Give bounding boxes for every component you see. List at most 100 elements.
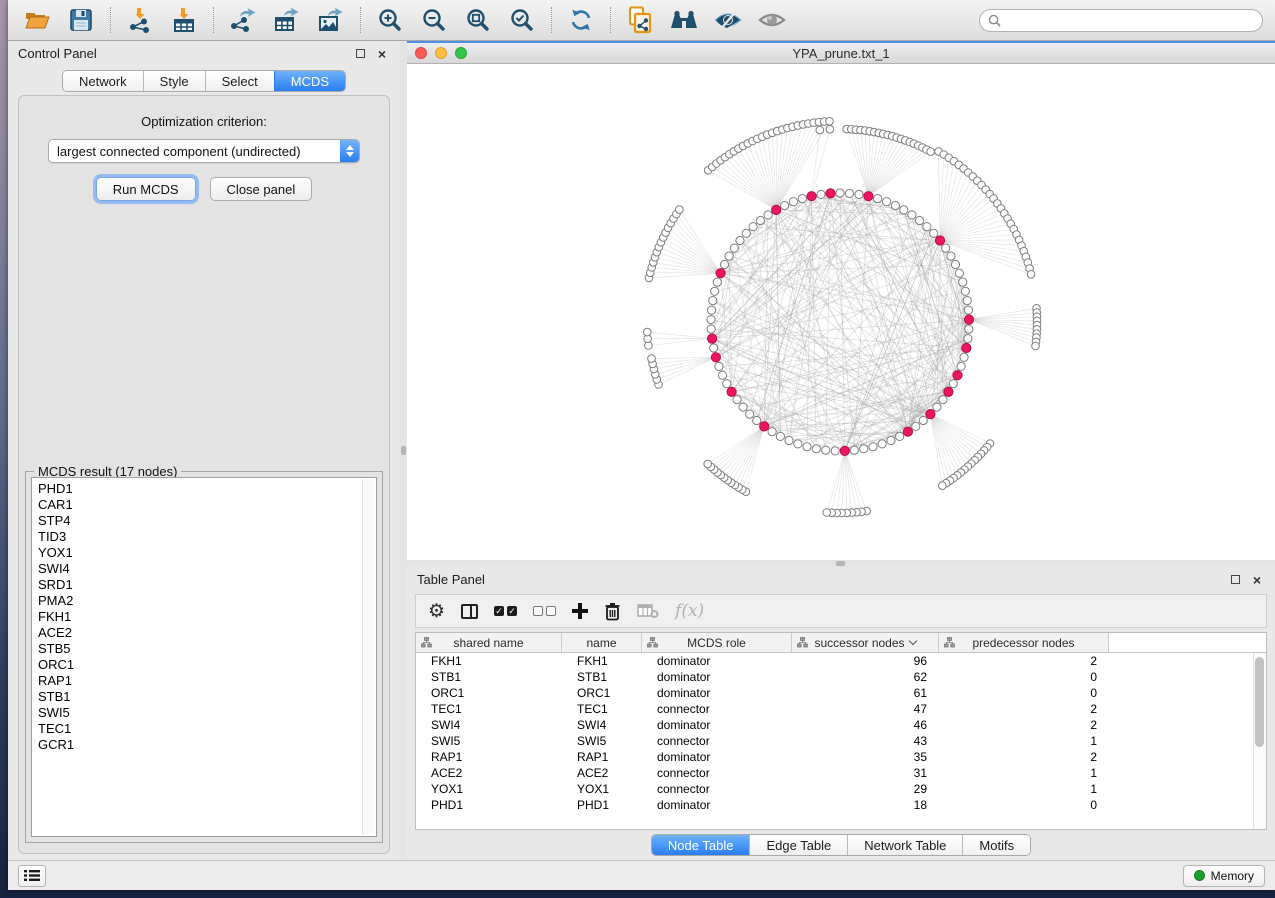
mcds-node[interactable]	[962, 343, 971, 352]
mcds-node[interactable]	[964, 315, 973, 324]
mcds-node[interactable]	[716, 269, 725, 278]
ring-node[interactable]	[707, 325, 715, 333]
ring-node[interactable]	[715, 362, 723, 370]
tab-mcds[interactable]: MCDS	[274, 71, 345, 91]
ring-node[interactable]	[711, 287, 719, 295]
import-network-icon[interactable]	[123, 5, 157, 35]
ring-node[interactable]	[822, 446, 830, 454]
ring-node[interactable]	[855, 190, 863, 198]
table-row[interactable]: SWI4SWI4dominator462	[416, 717, 1266, 733]
leaf-node[interactable]	[644, 328, 652, 336]
ring-node[interactable]	[794, 440, 802, 448]
ring-node[interactable]	[725, 252, 733, 260]
column-header-MCDS-role[interactable]: MCDS role	[642, 633, 792, 652]
close-table-panel-icon[interactable]: ×	[1249, 572, 1265, 588]
ring-node[interactable]	[781, 201, 789, 209]
select-all-icon[interactable]: ✓✓	[494, 606, 517, 616]
table-scrollbar-thumb[interactable]	[1255, 657, 1264, 747]
mcds-node[interactable]	[944, 387, 953, 396]
float-panel-icon[interactable]	[352, 46, 368, 62]
zoom-in-icon[interactable]	[373, 5, 407, 35]
search-input[interactable]	[1006, 13, 1254, 27]
export-table-icon[interactable]	[270, 5, 304, 35]
mcds-node[interactable]	[840, 446, 849, 455]
leaf-node[interactable]	[704, 460, 712, 468]
ring-node[interactable]	[919, 416, 927, 424]
mcds-result-item[interactable]: SWI5	[38, 705, 376, 721]
ring-node[interactable]	[923, 223, 931, 231]
leaf-node[interactable]	[927, 148, 935, 156]
mcds-node[interactable]	[826, 189, 835, 198]
ring-node[interactable]	[869, 443, 877, 451]
table-row[interactable]: FKH1FKH1dominator962	[416, 653, 1266, 669]
mcds-result-item[interactable]: PMA2	[38, 593, 376, 609]
mcds-result-item[interactable]: STB5	[38, 641, 376, 657]
clone-network-icon[interactable]	[623, 5, 657, 35]
ring-node[interactable]	[709, 297, 717, 305]
ring-node[interactable]	[957, 362, 965, 370]
mcds-result-item[interactable]: TEC1	[38, 721, 376, 737]
close-panel-button[interactable]: Close panel	[210, 177, 313, 201]
ring-node[interactable]	[891, 201, 899, 209]
mcds-node[interactable]	[935, 236, 944, 245]
ring-node[interactable]	[933, 403, 941, 411]
mcds-result-item[interactable]: STB1	[38, 689, 376, 705]
table-tab-edge-table[interactable]: Edge Table	[749, 835, 847, 855]
ring-node[interactable]	[713, 278, 721, 286]
mcds-node[interactable]	[727, 387, 736, 396]
criterion-select[interactable]: largest connected component (undirected)	[48, 139, 360, 163]
ring-node[interactable]	[720, 260, 728, 268]
ring-node[interactable]	[951, 260, 959, 268]
ring-node[interactable]	[900, 206, 908, 214]
mcds-node[interactable]	[953, 371, 962, 380]
run-mcds-button[interactable]: Run MCDS	[96, 177, 196, 201]
mcds-result-item[interactable]: FKH1	[38, 609, 376, 625]
ring-node[interactable]	[710, 344, 718, 352]
leaf-node[interactable]	[939, 482, 947, 490]
task-history-button[interactable]	[18, 865, 46, 887]
leaf-node[interactable]	[816, 126, 824, 134]
ring-node[interactable]	[723, 380, 731, 388]
ring-node[interactable]	[789, 198, 797, 206]
ring-node[interactable]	[883, 198, 891, 206]
table-row[interactable]: STB1STB1dominator620	[416, 669, 1266, 685]
column-header-name[interactable]: name	[562, 633, 642, 652]
ring-node[interactable]	[961, 287, 969, 295]
ring-node[interactable]	[965, 325, 973, 333]
vertical-splitter[interactable]	[400, 41, 407, 860]
ring-node[interactable]	[739, 403, 747, 411]
ring-node[interactable]	[764, 211, 772, 219]
ring-node[interactable]	[964, 335, 972, 343]
mcds-result-list[interactable]: PHD1CAR1STP4TID3YOX1SWI4SRD1PMA2FKH1ACE2…	[31, 477, 377, 837]
leaf-node[interactable]	[648, 355, 656, 363]
mcds-result-item[interactable]: ORC1	[38, 657, 376, 673]
table-row[interactable]: RAP1RAP1dominator352	[416, 749, 1266, 765]
table-tab-motifs[interactable]: Motifs	[962, 835, 1030, 855]
table-row[interactable]: ORC1ORC1dominator610	[416, 685, 1266, 701]
ring-node[interactable]	[836, 189, 844, 197]
mcds-result-item[interactable]: SWI4	[38, 561, 376, 577]
table-row[interactable]: ACE2ACE2connector311	[416, 765, 1266, 781]
leaf-node[interactable]	[826, 126, 834, 134]
tab-select[interactable]: Select	[205, 71, 274, 91]
delete-icon[interactable]	[604, 602, 621, 621]
ring-node[interactable]	[887, 436, 895, 444]
ring-node[interactable]	[949, 380, 957, 388]
zoom-selected-icon[interactable]	[505, 5, 539, 35]
table-row[interactable]: SWI5SWI5connector431	[416, 733, 1266, 749]
table-row[interactable]: YOX1YOX1connector291	[416, 781, 1266, 797]
zoom-out-icon[interactable]	[417, 5, 451, 35]
leaf-node[interactable]	[1032, 342, 1040, 350]
table-settings-icon[interactable]: ⚙	[428, 602, 445, 621]
ring-node[interactable]	[749, 223, 757, 231]
ring-node[interactable]	[817, 190, 825, 198]
ring-node[interactable]	[912, 422, 920, 430]
ring-node[interactable]	[768, 428, 776, 436]
zoom-fit-icon[interactable]	[461, 5, 495, 35]
ring-node[interactable]	[831, 447, 839, 455]
tab-style[interactable]: Style	[143, 71, 205, 91]
ring-node[interactable]	[850, 446, 858, 454]
result-list-scrollbar[interactable]	[362, 479, 375, 835]
ring-node[interactable]	[803, 443, 811, 451]
mcds-node[interactable]	[772, 205, 781, 214]
